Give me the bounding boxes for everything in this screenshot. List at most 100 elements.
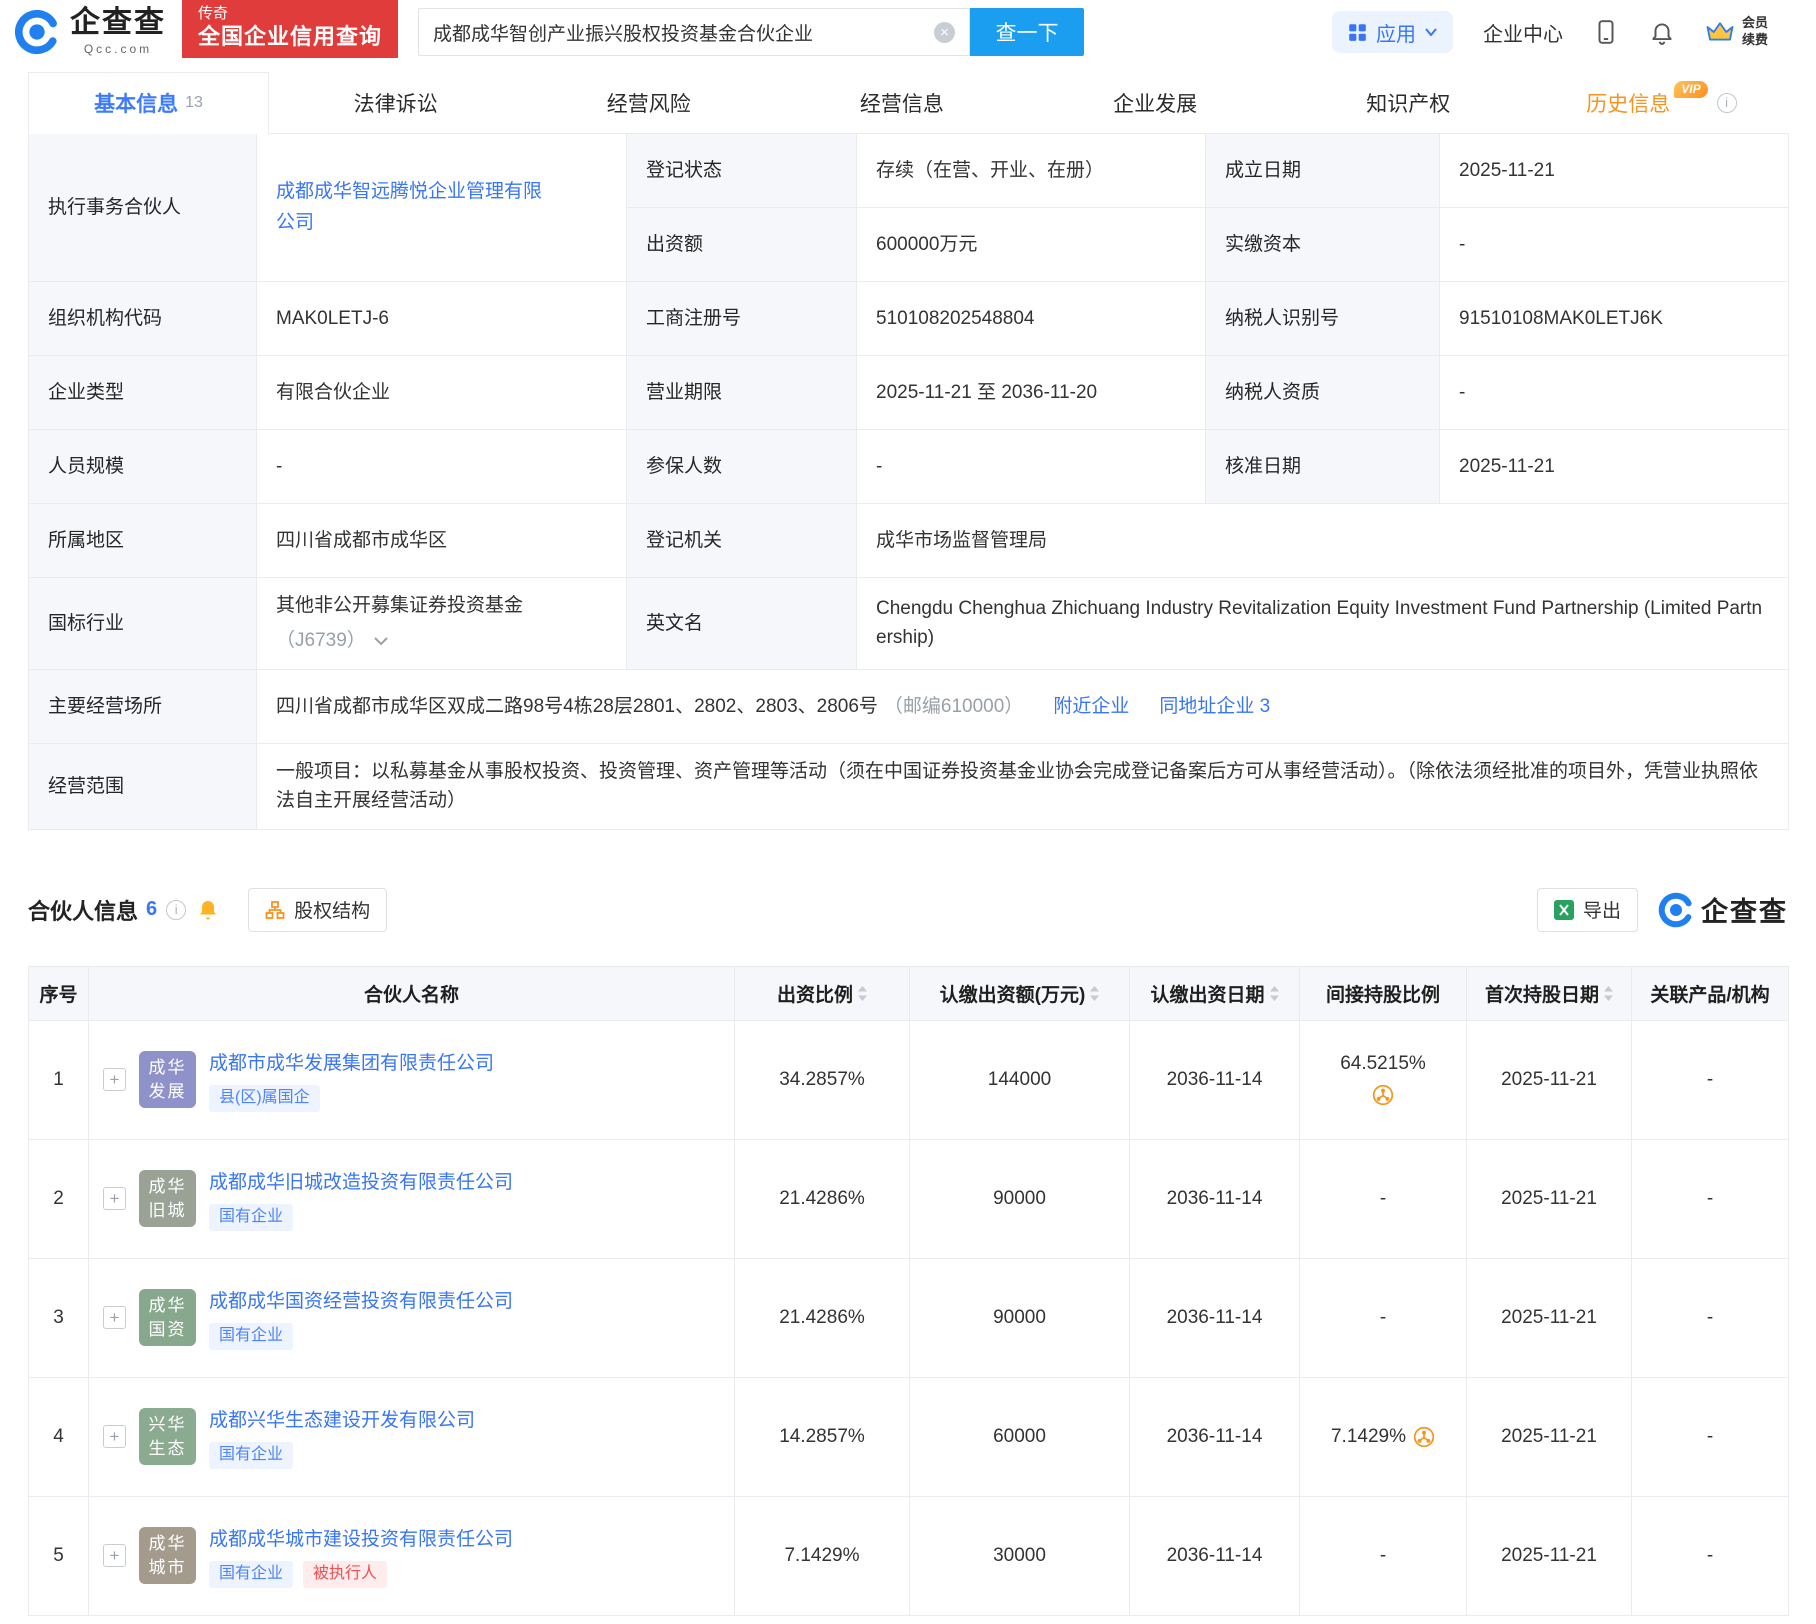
- promo-banner[interactable]: 传奇 全国企业信用查询: [182, 0, 399, 58]
- indirect-ratio-cell: 7.1429%: [1299, 1376, 1467, 1497]
- search-button[interactable]: 查一下: [970, 8, 1085, 56]
- partners-table-header-row: 序号 合伙人名称 出资比例 认缴出资额(万元) 认缴出资日期 间接持股比例 首次…: [28, 965, 1789, 1021]
- crown-icon: [1706, 22, 1734, 41]
- top-header: 企查查 Qcc.com 传奇 全国企业信用查询 × 查一下 应用 企业中心: [0, 0, 1816, 64]
- partner-tag: 县(区)属国企: [209, 1084, 320, 1112]
- export-button[interactable]: 导出: [1536, 887, 1638, 932]
- first-hold-date: 2025-11-21: [1466, 1257, 1632, 1378]
- partner-tags: 县(区)属国企: [209, 1084, 320, 1112]
- tab-legal[interactable]: 法律诉讼: [269, 72, 522, 133]
- qcc-logo[interactable]: 企查查 Qcc.com: [14, 8, 166, 56]
- approval-date-label: 核准日期: [1205, 429, 1440, 504]
- contribution-ratio: 14.2857%: [734, 1376, 910, 1497]
- subscribed-date: 2036-11-14: [1129, 1495, 1300, 1616]
- address-postal: （邮编610000）: [883, 695, 1024, 717]
- promo-main-text: 全国企业信用查询: [198, 24, 383, 50]
- english-name-label: 英文名: [626, 577, 857, 670]
- staff-size-value: -: [256, 429, 627, 504]
- indirect-ratio-value: 7.1429%: [1330, 1425, 1406, 1447]
- basic-info-table: 执行事务合伙人 成都成华智远腾悦企业管理有限公司 登记状态 存续（在营、开业、在…: [28, 133, 1789, 830]
- partner-tags: 国有企业: [209, 1441, 294, 1469]
- tab-development[interactable]: 企业发展: [1029, 72, 1282, 133]
- indirect-ratio-value: 64.5215%: [1340, 1053, 1426, 1075]
- exec-partner-link[interactable]: 成都成华智远腾悦企业管理有限公司: [276, 177, 554, 238]
- logo-title: 企查查: [70, 6, 166, 39]
- apps-menu[interactable]: 应用: [1331, 11, 1453, 53]
- subscribe-bell-icon[interactable]: [196, 898, 220, 922]
- partner-seq: 3: [28, 1257, 89, 1378]
- indirect-ratio-value: -: [1379, 1306, 1387, 1328]
- related-products: -: [1631, 1257, 1789, 1378]
- partner-row: 5 + 成华 城市 成都成华城市建设投资有限责任公司 国有企业 被执行人 7.142…: [28, 1495, 1789, 1616]
- establish-date-label: 成立日期: [1205, 133, 1440, 208]
- excel-icon: [1553, 899, 1574, 920]
- english-name-value: Chengdu Chenghua Zhichuang Industry Revi…: [856, 577, 1789, 670]
- region-value: 四川省成都市成华区: [256, 503, 627, 578]
- qcc-logo-icon: [14, 9, 60, 55]
- partner-seq: 2: [28, 1138, 89, 1259]
- exec-partner-label: 执行事务合伙人: [28, 133, 257, 282]
- tab-history[interactable]: 历史信息 VIP i: [1535, 72, 1788, 133]
- apps-label: 应用: [1375, 23, 1416, 46]
- search-input[interactable]: [433, 21, 935, 43]
- tab-intellectual-property[interactable]: 知识产权: [1282, 72, 1535, 133]
- related-products: -: [1631, 1376, 1789, 1497]
- insured-count-label: 参保人数: [626, 429, 857, 504]
- first-hold-date: 2025-11-21: [1466, 1138, 1632, 1259]
- business-scope-label: 经营范围: [28, 742, 257, 830]
- sort-icon[interactable]: [1269, 985, 1279, 1001]
- history-info-icon[interactable]: i: [1716, 92, 1737, 113]
- chevron-down-icon[interactable]: [373, 636, 389, 646]
- partner-avatar: 成华 旧城: [139, 1170, 196, 1228]
- related-products: -: [1631, 1495, 1789, 1616]
- equity-penetration-icon[interactable]: [1372, 1084, 1394, 1106]
- reg-number-value: 510108202548804: [856, 281, 1206, 356]
- search-bar: × 查一下: [418, 8, 1085, 56]
- partner-name-link[interactable]: 成都兴华生态建设开发有限公司: [209, 1405, 475, 1432]
- partner-seq: 5: [28, 1495, 89, 1616]
- vip-label: 会员 续费: [1741, 15, 1768, 47]
- business-scope-value: 一般项目：以私募基金从事股权投资、投资管理、资产管理等活动（须在中国证券投资基金…: [256, 742, 1789, 830]
- expand-button[interactable]: +: [103, 1544, 126, 1568]
- vip-renewal[interactable]: 会员 续费: [1705, 15, 1768, 49]
- sort-icon[interactable]: [1604, 985, 1613, 1001]
- sort-icon[interactable]: [858, 985, 867, 1001]
- expand-button[interactable]: +: [103, 1306, 126, 1330]
- tab-operation-info[interactable]: 经营信息: [775, 72, 1028, 133]
- col-related-products: 关联产品/机构: [1631, 965, 1789, 1021]
- partners-header: 合伙人信息 6 i 股权结构 导出 企查查: [28, 887, 1788, 932]
- sort-icon[interactable]: [1090, 985, 1100, 1001]
- expand-button[interactable]: +: [103, 1068, 126, 1092]
- tab-count: 13: [185, 94, 203, 111]
- clear-search-icon[interactable]: ×: [934, 21, 956, 43]
- subscribed-date: 2036-11-14: [1129, 1257, 1300, 1378]
- col-contribution-ratio: 出资比例: [734, 965, 910, 1021]
- partner-name-link[interactable]: 成都成华旧城改造投资有限责任公司: [209, 1167, 513, 1194]
- notifications-bell-icon[interactable]: [1649, 19, 1675, 45]
- partners-info-icon[interactable]: i: [166, 899, 187, 920]
- equity-penetration-icon[interactable]: [1413, 1426, 1435, 1448]
- address-value: 四川省成都市成华区双成二路98号4栋28层2801、2802、2803、2806…: [256, 668, 1789, 744]
- expand-button[interactable]: +: [103, 1187, 126, 1211]
- indirect-ratio-value: -: [1379, 1544, 1387, 1566]
- enterprise-center-link[interactable]: 企业中心: [1483, 18, 1563, 47]
- indirect-ratio-cell: -: [1299, 1257, 1467, 1378]
- company-type-value: 有限合伙企业: [256, 355, 627, 430]
- qcc-logo-icon: [1658, 892, 1694, 927]
- partner-name-link[interactable]: 成都成华城市建设投资有限责任公司: [209, 1524, 513, 1551]
- partner-name-link[interactable]: 成都成华国资经营投资有限责任公司: [209, 1286, 513, 1313]
- partners-tbody: 1 + 成华 发展 成都市成华发展集团有限责任公司 县(区)属国企 34.2857…: [28, 1019, 1789, 1616]
- tab-basic-info[interactable]: 基本信息 13: [28, 72, 269, 134]
- industry-label: 国标行业: [28, 577, 257, 670]
- expand-button[interactable]: +: [103, 1425, 126, 1449]
- subscribed-amount: 60000: [909, 1376, 1130, 1497]
- tab-bar: 基本信息 13 法律诉讼 经营风险 经营信息 企业发展 知识产权 历史信息 VI…: [28, 72, 1788, 134]
- nearby-companies-link[interactable]: 附近企业: [1053, 696, 1129, 717]
- partner-name-link[interactable]: 成都市成华发展集团有限责任公司: [209, 1048, 494, 1075]
- tab-operation-risk[interactable]: 经营风险: [522, 72, 775, 133]
- equity-structure-button[interactable]: 股权结构: [248, 887, 388, 932]
- partner-name-cell: + 成华 发展 成都市成华发展集团有限责任公司 县(区)属国企: [88, 1019, 735, 1140]
- contribution-ratio: 21.4286%: [734, 1257, 910, 1378]
- same-address-link[interactable]: 同地址企业 3: [1159, 696, 1270, 717]
- mobile-app-icon[interactable]: [1593, 19, 1619, 45]
